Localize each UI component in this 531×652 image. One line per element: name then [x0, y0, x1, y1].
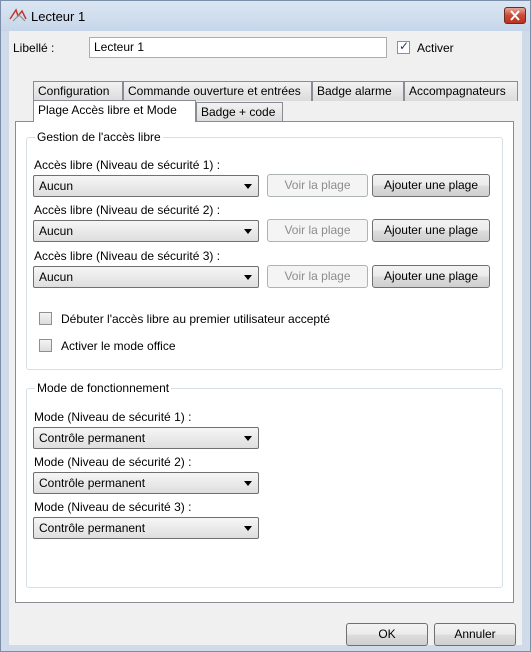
free-access-level-3-value: Aucun — [39, 270, 74, 284]
tab-badge-alarme[interactable]: Badge alarme — [312, 81, 404, 101]
mode-level-3-value: Contrôle permanent — [39, 521, 146, 535]
mode-level-3-select[interactable]: Contrôle permanent — [33, 517, 259, 539]
free-access-level-1-value: Aucun — [39, 179, 74, 193]
reader-icon — [9, 8, 27, 22]
ok-button[interactable]: OK — [346, 623, 428, 646]
operating-mode-group-title: Mode de fonctionnement — [35, 381, 172, 395]
title-bar[interactable]: Lecteur 1 — [1, 1, 530, 31]
name-field[interactable]: Lecteur 1 — [89, 37, 387, 58]
mode-level-2-label: Mode (Niveau de sécurité 2) : — [34, 455, 192, 469]
chevron-down-icon — [244, 275, 252, 280]
view-range-button-3[interactable]: Voir la plage — [267, 265, 368, 288]
activate-label: Activer — [417, 41, 454, 55]
close-button[interactable] — [504, 7, 526, 24]
free-access-group-title: Gestion de l'accès libre — [35, 130, 163, 144]
dialog-client: Libellé : Lecteur 1 ✓ Activer Configurat… — [9, 31, 522, 646]
free-access-level-2-label: Accès libre (Niveau de sécurité 2) : — [34, 203, 221, 217]
checkmark-icon: ✓ — [399, 39, 410, 53]
tab-badge-code[interactable]: Badge + code — [196, 102, 283, 122]
dialog-window: Lecteur 1 Libellé : Lecteur 1 ✓ Activer … — [0, 0, 531, 652]
chevron-down-icon — [244, 229, 252, 234]
mode-level-3-label: Mode (Niveau de sécurité 3) : — [34, 500, 192, 514]
tab-plage-acces-libre[interactable]: Plage Accès libre et Mode — [33, 100, 196, 122]
tab-commande-ouverture[interactable]: Commande ouverture et entrées — [123, 81, 312, 101]
activate-checkbox[interactable]: ✓ — [397, 39, 410, 54]
mode-level-1-select[interactable]: Contrôle permanent — [33, 427, 259, 449]
mode-level-1-label: Mode (Niveau de sécurité 1) : — [34, 410, 192, 424]
free-access-group: Gestion de l'accès libre Accès libre (Ni… — [26, 130, 503, 370]
chevron-down-icon — [244, 526, 252, 531]
free-access-level-1-select[interactable]: Aucun — [33, 175, 259, 197]
chevron-down-icon — [244, 481, 252, 486]
free-access-level-2-select[interactable]: Aucun — [33, 220, 259, 242]
first-user-label: Débuter l'accès libre au premier utilisa… — [61, 312, 331, 326]
view-range-button-2[interactable]: Voir la plage — [267, 219, 368, 242]
close-icon — [510, 10, 520, 21]
chevron-down-icon — [244, 184, 252, 189]
cancel-button[interactable]: Annuler — [434, 623, 516, 646]
free-access-level-3-select[interactable]: Aucun — [33, 266, 259, 288]
tab-configuration[interactable]: Configuration — [33, 81, 123, 101]
add-range-button-3[interactable]: Ajouter une plage — [372, 265, 490, 288]
operating-mode-group: Mode de fonctionnement Mode (Niveau de s… — [26, 381, 503, 588]
add-range-button-2[interactable]: Ajouter une plage — [372, 219, 490, 242]
name-label: Libellé : — [13, 41, 55, 55]
office-mode-checkbox[interactable] — [39, 339, 52, 352]
window-title: Lecteur 1 — [31, 9, 86, 24]
free-access-level-1-label: Accès libre (Niveau de sécurité 1) : — [34, 158, 221, 172]
free-access-level-2-value: Aucun — [39, 224, 74, 238]
office-mode-label: Activer le mode office — [61, 339, 176, 353]
add-range-button-1[interactable]: Ajouter une plage — [372, 174, 490, 197]
mode-level-2-value: Contrôle permanent — [39, 476, 146, 490]
free-access-level-3-label: Accès libre (Niveau de sécurité 3) : — [34, 249, 221, 263]
view-range-button-1[interactable]: Voir la plage — [267, 174, 368, 197]
tab-accompagnateurs[interactable]: Accompagnateurs — [404, 81, 518, 101]
first-user-checkbox[interactable] — [39, 312, 52, 325]
tab-panel: Gestion de l'accès libre Accès libre (Ni… — [15, 121, 514, 603]
mode-level-1-value: Contrôle permanent — [39, 431, 146, 445]
mode-level-2-select[interactable]: Contrôle permanent — [33, 472, 259, 494]
chevron-down-icon — [244, 436, 252, 441]
